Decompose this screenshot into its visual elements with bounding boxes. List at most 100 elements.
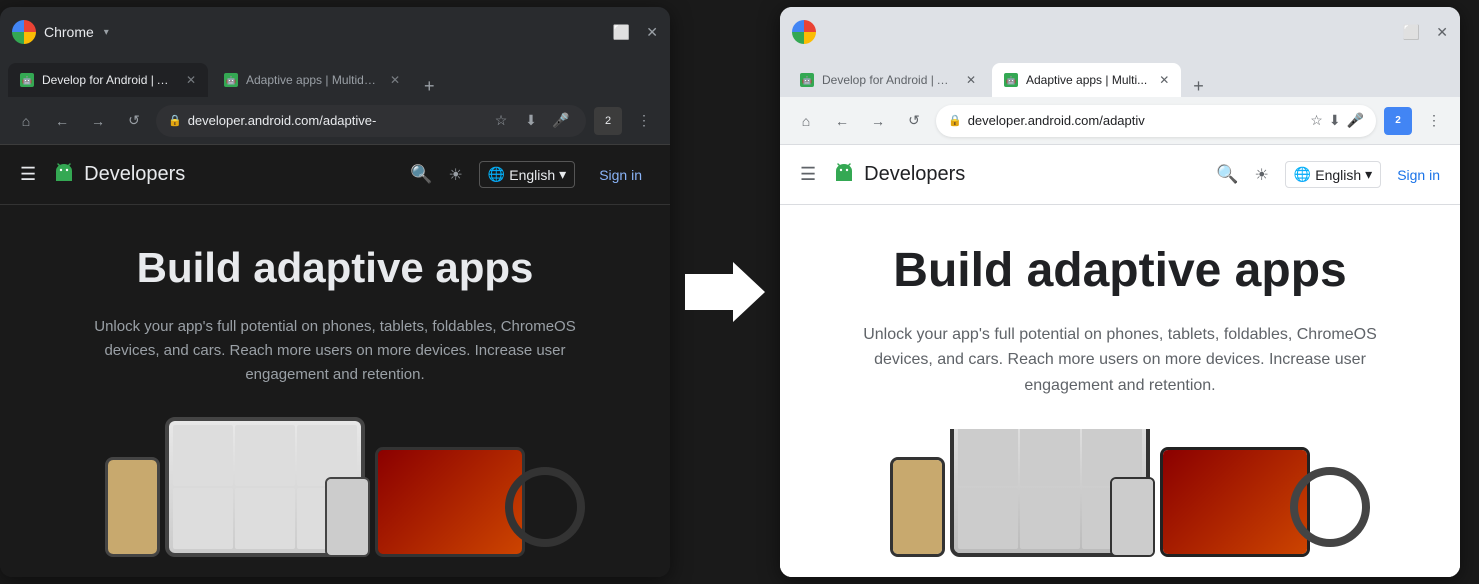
light-security-icon: 🔒	[948, 114, 962, 127]
light-bookmark-icon[interactable]: ☆	[1310, 112, 1323, 129]
tab-label-adaptive-light: Adaptive apps | Multi...	[1026, 73, 1147, 87]
globe-icon: 🌐	[488, 166, 505, 183]
light-hero-section: Build adaptive apps Unlock your app's fu…	[780, 205, 1460, 577]
devices-image	[60, 417, 610, 557]
mic-icon[interactable]: 🎤	[548, 108, 574, 134]
android-logo: Developers	[52, 163, 185, 187]
sign-in-button[interactable]: Sign in	[591, 163, 650, 187]
foldable-screen-dark	[378, 450, 522, 554]
light-extensions-button[interactable]: 2	[1384, 107, 1412, 135]
light-browser-window: ⬜ ✕ 🤖 Develop for Android | And... ✕ 🤖 A…	[780, 7, 1460, 577]
light-refresh-button[interactable]: ↺	[900, 107, 928, 135]
light-language-selector[interactable]: 🌐 English ▾	[1285, 161, 1381, 188]
tab-label-develop: Develop for Android | And...	[42, 73, 174, 87]
light-title-bar: ⬜ ✕	[780, 7, 1460, 57]
forward-button[interactable]: →	[84, 107, 112, 135]
light-minimize-button[interactable]: ⬜	[1403, 24, 1420, 41]
tab-develop-android[interactable]: 🤖 Develop for Android | And... ✕	[8, 63, 208, 97]
light-hamburger-icon[interactable]: ☰	[800, 164, 816, 185]
dark-hero-section: Build adaptive apps Unlock your app's fu…	[0, 205, 670, 577]
tab-label-develop-light: Develop for Android | And...	[822, 73, 954, 87]
light-lang-label: English	[1315, 167, 1361, 183]
tab-adaptive-apps-dark[interactable]: 🤖 Adaptive apps | Multidevic... ✕	[212, 63, 412, 97]
dark-page-content: ☰ Developers 🔍 ☀ 🌐	[0, 145, 670, 577]
light-mid-phone-device	[1110, 477, 1155, 557]
light-phone-device	[890, 457, 945, 557]
tab-close-light-button[interactable]: ✕	[966, 73, 976, 87]
tab-close-adaptive-light-button[interactable]: ✕	[1159, 73, 1169, 87]
dark-title-bar: Chrome ▾ ⬜ ✕	[0, 7, 670, 57]
light-mid-phone-screen	[1112, 479, 1153, 555]
tab-favicon-adaptive-icon: 🤖	[224, 73, 238, 87]
dark-url-bar[interactable]: 🔒 developer.android.com/adaptive- ☆ ⬇ 🎤	[156, 105, 586, 137]
light-url-bar[interactable]: 🔒 developer.android.com/adaptiv ☆ ⬇ 🎤	[936, 105, 1376, 137]
arrow-icon	[685, 262, 765, 322]
extensions-button[interactable]: 2	[594, 107, 622, 135]
light-site-logo-label: Developers	[864, 163, 965, 186]
light-foldable-screen	[1163, 450, 1307, 554]
light-hero-title: Build adaptive apps	[893, 245, 1346, 298]
theme-toggle-icon[interactable]: ☀	[448, 165, 462, 185]
light-globe-icon: 🌐	[1294, 166, 1311, 183]
refresh-button[interactable]: ↺	[120, 107, 148, 135]
chrome-logo-light-icon	[792, 20, 816, 44]
light-download-icon[interactable]: ⬇	[1329, 112, 1341, 129]
android-icon	[52, 163, 76, 187]
new-tab-button[interactable]: +	[416, 76, 443, 97]
tab-close-button[interactable]: ✕	[186, 73, 196, 87]
lang-caret-icon: ▾	[559, 166, 566, 183]
light-menu-button[interactable]: ⋮	[1420, 107, 1448, 135]
tab-favicon-light-icon: 🤖	[800, 73, 814, 87]
url-text-dark: developer.android.com/adaptive-	[188, 113, 482, 128]
chrome-caret-icon: ▾	[104, 27, 109, 38]
light-phone-screen	[893, 460, 942, 554]
light-foldable-device	[1160, 447, 1310, 557]
light-lang-caret-icon: ▾	[1365, 166, 1372, 183]
car-display-dark	[505, 467, 585, 547]
bookmark-icon[interactable]: ☆	[488, 108, 514, 134]
tab-develop-light[interactable]: 🤖 Develop for Android | And... ✕	[788, 63, 988, 97]
dark-site-nav: ☰ Developers 🔍 ☀ 🌐	[0, 145, 670, 205]
language-selector[interactable]: 🌐 English ▾	[479, 161, 575, 188]
download-icon[interactable]: ⬇	[518, 108, 544, 134]
hamburger-menu-icon[interactable]: ☰	[20, 164, 36, 185]
security-icon: 🔒	[168, 114, 182, 127]
light-hero-description: Unlock your app's full potential on phon…	[840, 322, 1400, 399]
tab-close-adaptive-button[interactable]: ✕	[390, 73, 400, 87]
light-car-display	[1290, 467, 1370, 547]
dark-tabs-bar: 🤖 Develop for Android | And... ✕ 🤖 Adapt…	[0, 57, 670, 97]
light-home-button[interactable]: ⌂	[792, 107, 820, 135]
light-back-button[interactable]: ←	[828, 107, 856, 135]
foldable-device-dark	[375, 447, 525, 557]
url-text-light: developer.android.com/adaptiv	[968, 113, 1305, 128]
light-theme-toggle-icon[interactable]: ☀	[1254, 165, 1268, 185]
light-page-content: ☰ Developers 🔍 ☀ 🌐	[780, 145, 1460, 577]
light-tabs-bar: 🤖 Develop for Android | And... ✕ 🤖 Adapt…	[780, 57, 1460, 97]
dark-address-bar: ⌂ ← → ↺ 🔒 developer.android.com/adaptive…	[0, 97, 670, 145]
light-forward-button[interactable]: →	[864, 107, 892, 135]
new-tab-light-button[interactable]: +	[1185, 76, 1212, 97]
site-logo-label: Developers	[84, 163, 185, 186]
light-window-controls: ⬜ ✕	[1403, 24, 1448, 41]
close-button[interactable]: ✕	[646, 24, 658, 41]
menu-button[interactable]: ⋮	[630, 107, 658, 135]
lang-label: English	[509, 167, 555, 183]
light-android-logo: Developers	[832, 163, 965, 187]
tab-favicon-adaptive-light-icon: 🤖	[1004, 73, 1018, 87]
light-search-icon[interactable]: 🔍	[1216, 164, 1238, 185]
light-mic-icon[interactable]: 🎤	[1347, 112, 1364, 129]
back-button[interactable]: ←	[48, 107, 76, 135]
search-icon[interactable]: 🔍	[410, 164, 432, 185]
light-devices-image	[840, 429, 1400, 557]
tab-adaptive-light[interactable]: 🤖 Adaptive apps | Multi... ✕	[992, 63, 1181, 97]
window-controls: ⬜ ✕	[613, 24, 658, 41]
chrome-label: Chrome	[44, 24, 94, 40]
hero-description: Unlock your app's full potential on phon…	[65, 315, 605, 387]
hero-title: Build adaptive apps	[137, 245, 534, 291]
minimize-button[interactable]: ⬜	[613, 24, 630, 41]
home-button[interactable]: ⌂	[12, 107, 40, 135]
phone-device-dark	[105, 457, 160, 557]
light-device-layer	[870, 429, 1370, 557]
light-sign-in-button[interactable]: Sign in	[1397, 167, 1440, 183]
light-close-button[interactable]: ✕	[1436, 24, 1448, 41]
